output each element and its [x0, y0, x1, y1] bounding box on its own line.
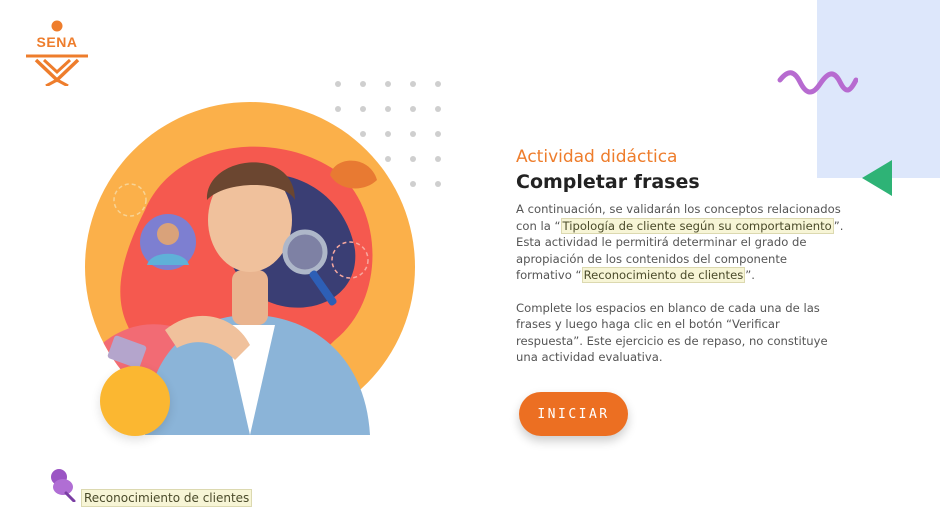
- activity-title: Completar frases: [516, 171, 700, 193]
- sena-logo-icon: [26, 20, 88, 88]
- sena-logo: SENA: [22, 20, 92, 88]
- pushpin-icon: [51, 469, 76, 502]
- intro-text-after: ”.: [745, 268, 755, 282]
- instructions-paragraph: Complete los espacios en blanco de cada …: [516, 300, 828, 365]
- yellow-circle-decoration: [100, 366, 170, 436]
- triangle-decoration-icon: [862, 160, 892, 196]
- wave-decoration-icon: [777, 70, 858, 95]
- activity-panel: Actividad didáctica Completar frases A c…: [516, 146, 846, 366]
- footer-module-link[interactable]: Reconocimiento de clientes: [81, 489, 253, 507]
- start-button[interactable]: INICIAR: [519, 392, 628, 436]
- activity-category: Actividad didáctica: [516, 147, 678, 167]
- tipologia-link[interactable]: Tipología de cliente según su comportami…: [560, 217, 834, 234]
- logo-text: SENA: [36, 34, 78, 50]
- reconocimiento-link[interactable]: Reconocimiento de clientes: [581, 267, 746, 283]
- intro-paragraph: A continuación, se validarán los concept…: [516, 201, 846, 284]
- footer-reference: Reconocimiento de clientes: [48, 468, 298, 508]
